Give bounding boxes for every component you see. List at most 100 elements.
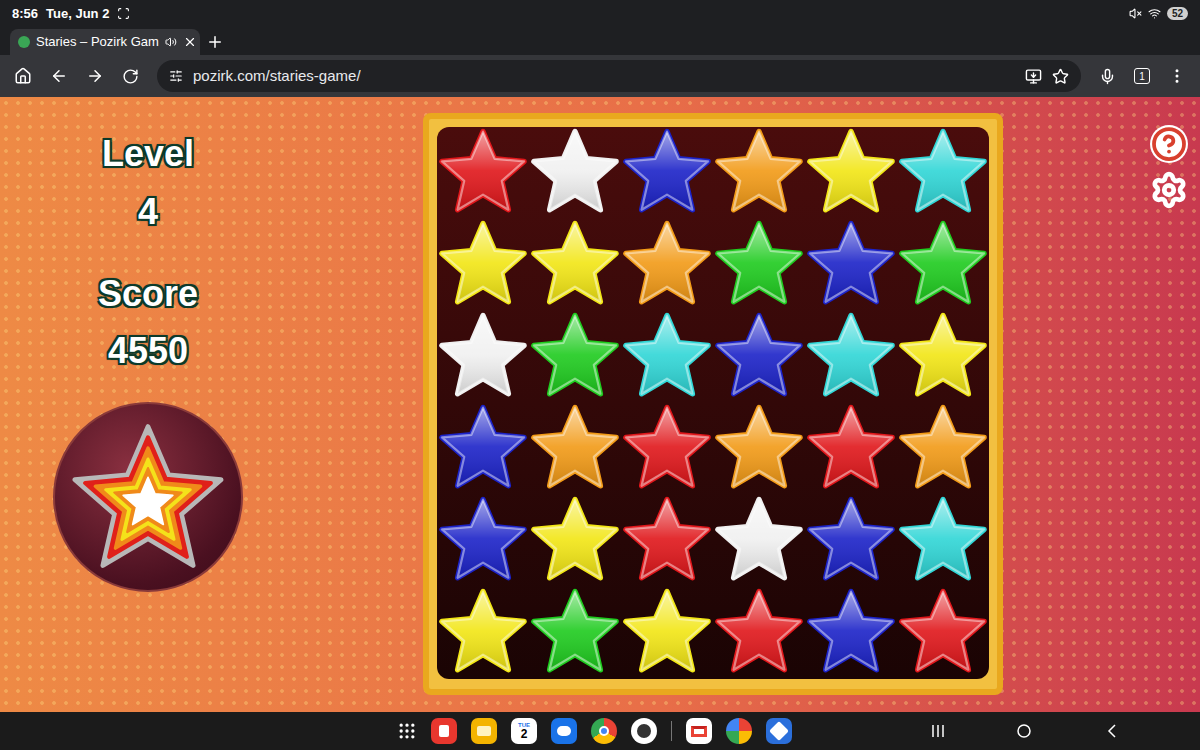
bookmark-icon[interactable] [1052,68,1069,85]
date: Tue, Jun 2 [46,4,109,24]
star-icon [898,220,988,310]
gear-icon[interactable] [1150,171,1188,209]
app-icon[interactable] [726,718,752,744]
board-cell[interactable] [805,127,897,219]
forward-icon[interactable] [86,67,104,85]
back-icon[interactable] [50,67,68,85]
board-cell[interactable] [713,403,805,495]
tab-title: Staries – Pozirk Gam [36,32,159,52]
board-cell[interactable] [805,311,897,403]
tab-count[interactable]: 1 [1134,68,1150,84]
board-cell[interactable] [529,127,621,219]
star-icon [714,220,804,310]
star-icon [622,496,712,586]
mic-icon[interactable] [1099,68,1116,85]
star-icon [530,128,620,218]
board-cell[interactable] [805,219,897,311]
star-icon [622,128,712,218]
board-cell[interactable] [621,587,713,679]
reload-icon[interactable] [122,68,139,85]
star-icon [714,312,804,402]
star-icon [898,312,988,402]
app-icon[interactable] [471,718,497,744]
board-cell[interactable] [437,587,529,679]
star-icon [898,404,988,494]
star-icon [622,404,712,494]
speaker-icon [165,36,177,48]
home-button-icon[interactable] [1016,723,1032,739]
site-settings-icon[interactable] [169,69,183,83]
star-icon [898,128,988,218]
battery: 52 [1167,7,1188,20]
board-cell[interactable] [713,311,805,403]
board-cell[interactable] [897,311,989,403]
calendar-icon[interactable]: TUE2 [511,718,537,744]
board-cell[interactable] [713,219,805,311]
star-icon [806,588,896,678]
home-icon[interactable] [14,67,32,85]
board-cell[interactable] [805,587,897,679]
board-cell[interactable] [805,403,897,495]
board-cell[interactable] [621,403,713,495]
star-icon [806,312,896,402]
star-icon [530,496,620,586]
board-cell[interactable] [621,311,713,403]
board-cell[interactable] [529,403,621,495]
board-cell[interactable] [437,495,529,587]
board-cell[interactable] [437,219,529,311]
back-button-icon[interactable] [1104,723,1120,739]
help-button[interactable] [1150,125,1188,163]
board-cell[interactable] [529,587,621,679]
star-icon [438,496,528,586]
app-icon[interactable] [551,718,577,744]
board-cell[interactable] [897,403,989,495]
star-icon [530,404,620,494]
board-cell[interactable] [621,495,713,587]
address-text: pozirk.com/staries-game/ [193,65,361,88]
app-icon[interactable] [431,718,457,744]
install-icon[interactable] [1025,68,1042,85]
star-icon [438,312,528,402]
score-panel: Level4Score4550 [0,113,296,712]
toolbar: pozirk.com/staries-game/1 [0,55,1200,97]
board-cell[interactable] [713,587,805,679]
screenshot-icon [117,7,130,20]
board-grid [437,127,989,679]
browser-tab[interactable]: Staries – Pozirk Gam [10,29,200,55]
app-icon[interactable] [686,718,712,744]
star-icon [714,496,804,586]
board-cell[interactable] [437,127,529,219]
star-icon [438,220,528,310]
dock-divider [671,721,672,741]
star-icon [530,220,620,310]
board-cell[interactable] [529,311,621,403]
board-cell[interactable] [621,127,713,219]
board-cell[interactable] [437,403,529,495]
board-cell[interactable] [897,219,989,311]
app-icon[interactable] [766,718,792,744]
address-bar[interactable]: pozirk.com/staries-game/ [157,60,1081,92]
star-bubble [53,402,243,592]
board-cell[interactable] [713,127,805,219]
board-cell[interactable] [529,495,621,587]
star-icon [622,312,712,402]
board-cell[interactable] [437,311,529,403]
close-icon[interactable] [183,35,197,49]
apps-icon[interactable] [397,721,417,741]
star-icon [806,404,896,494]
board-cell[interactable] [897,587,989,679]
app-icon[interactable] [631,718,657,744]
board-cell[interactable] [805,495,897,587]
board-cell[interactable] [713,495,805,587]
board-cell[interactable] [897,495,989,587]
board-cell[interactable] [529,219,621,311]
calendar-date: 2 [521,728,528,740]
app-icon[interactable] [591,718,617,744]
menu-icon[interactable] [1168,67,1186,85]
board-cell[interactable] [621,219,713,311]
score-label: Score [98,274,198,314]
recents-icon[interactable] [930,723,946,739]
clock: 8:56 [12,4,38,24]
board-cell[interactable] [897,127,989,219]
new-tab-icon[interactable] [206,33,224,51]
